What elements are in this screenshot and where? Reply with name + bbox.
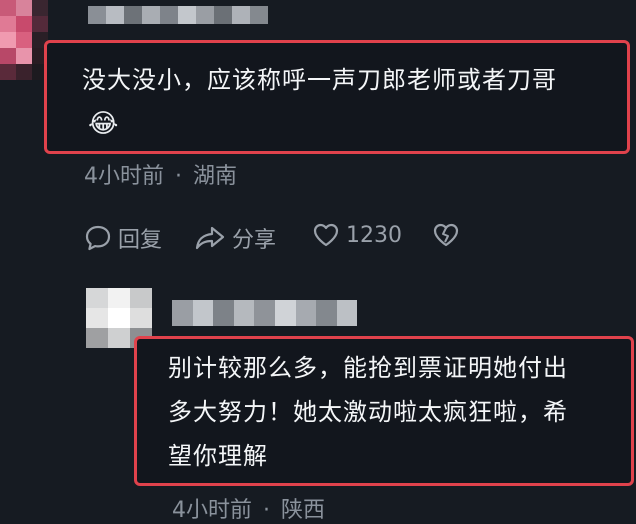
- reply-timestamp: 4小时前: [172, 498, 252, 523]
- reply-text-line-1: 别计较那么多，能抢到票证明她付出: [168, 354, 568, 382]
- avatar[interactable]: [0, 0, 48, 80]
- comment-text: 没大没小，应该称呼一声刀郎老师或者刀哥: [82, 66, 557, 94]
- separator: ·: [175, 164, 182, 189]
- reply-meta: 4小时前 · 陕西: [172, 492, 325, 524]
- reply-username[interactable]: [172, 300, 358, 326]
- timestamp: 4小时前: [84, 164, 164, 189]
- reply-text-line-3: 望你理解: [168, 442, 268, 470]
- share-label: 分享: [232, 228, 277, 253]
- heart-icon: [313, 223, 339, 247]
- reply-text-line-2: 多大努力！她太激动啦太疯狂啦，希: [168, 398, 568, 426]
- like-count: 1230: [346, 222, 402, 248]
- comment-meta: 4小时前 · 湖南: [84, 158, 237, 190]
- like-button[interactable]: 1230: [312, 222, 402, 248]
- share-button[interactable]: 分享: [194, 222, 276, 254]
- reply-label: 回复: [118, 228, 163, 253]
- broken-heart-icon: [433, 223, 459, 247]
- dislike-button[interactable]: [432, 222, 460, 248]
- reply-button[interactable]: 回复: [84, 222, 162, 254]
- reply-location: 陕西: [281, 498, 326, 523]
- laughing-emoji-icon: 😂: [88, 109, 119, 139]
- username[interactable]: [88, 6, 268, 24]
- share-arrow-icon: [195, 226, 225, 250]
- reply-separator: ·: [263, 498, 270, 523]
- comment-bubble-icon: [85, 225, 111, 251]
- location: 湖南: [193, 164, 238, 189]
